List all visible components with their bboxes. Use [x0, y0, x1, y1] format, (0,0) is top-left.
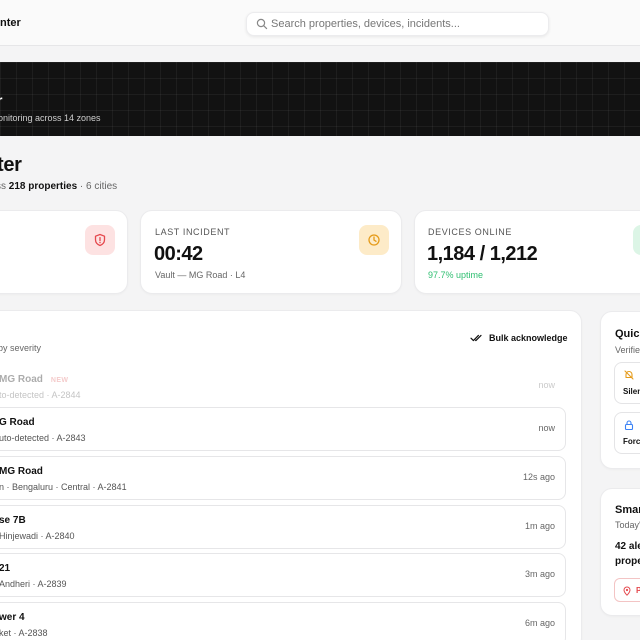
clock-icon [368, 234, 380, 246]
incident-time: 3m ago [524, 569, 555, 579]
shield-alert-icon [94, 233, 106, 247]
quick-actions-subtitle: Verifie [615, 345, 640, 355]
smart-summary-line-1: 42 ale [615, 541, 640, 552]
incident-row[interactable]: MG Road NEW to-detected · A-2844 now [0, 364, 566, 408]
incident-title: se 7B [0, 515, 26, 526]
incident-time: 12s ago [522, 472, 555, 482]
smart-summary-card: Smar Today' 42 ale prope P [600, 488, 640, 616]
bulk-acknowledge-button[interactable]: Bulk acknowledge [470, 331, 568, 345]
incident-meta: Hinjewadi · A-2840 [0, 531, 75, 541]
incident-row[interactable]: wer 4 ket · A-2838 6m ago [0, 602, 566, 640]
silence-label: Silen [623, 387, 640, 396]
incident-row[interactable]: G Road uto-detected · A-2843 now [0, 407, 566, 451]
stat-label: LAST INCIDENT [155, 227, 231, 237]
quick-actions-title: Quick [615, 328, 640, 340]
uptime-text: 97.7% uptime [428, 270, 484, 280]
stat-value: 00:42 [154, 243, 203, 265]
incident-meta: ket · A-2838 [0, 628, 48, 638]
force-lock-button[interactable]: Forc [614, 412, 640, 454]
stat-card-alerts [0, 210, 128, 294]
smart-location-chip[interactable]: P [614, 578, 640, 602]
stat-badge-clock [359, 225, 389, 255]
incident-meta: Andheri · A-2839 [0, 579, 67, 589]
smart-summary-subtitle: Today' [615, 520, 640, 530]
stat-card-devices-online: DEVICES ONLINE 1,184 / 1,212 97.7% uptim… [414, 210, 640, 294]
force-label: Forc [623, 437, 640, 446]
hero-subtitle: onitoring across 14 zones [0, 113, 101, 123]
hero-title: r [0, 92, 2, 108]
page-title: ter [0, 154, 22, 176]
stat-badge-alerts [85, 225, 115, 255]
incident-title: 21 [0, 563, 11, 574]
hero-banner: r onitoring across 14 zones [0, 62, 640, 136]
bell-off-icon [624, 370, 634, 380]
lock-icon [624, 420, 634, 431]
incident-meta: to-detected · A-2844 [0, 390, 81, 400]
double-check-icon [470, 334, 482, 342]
search-input[interactable] [271, 13, 541, 35]
incident-row[interactable]: MG Road n · Bengaluru · Central · A-2841… [0, 456, 566, 500]
incident-title: MG Road [0, 466, 43, 477]
incident-title-text: MG Road [0, 374, 43, 385]
new-badge: NEW [50, 377, 69, 384]
incidents-panel-subtitle: by severity [0, 343, 42, 353]
stat-badge-device [633, 225, 640, 255]
incident-row[interactable]: se 7B Hinjewadi · A-2840 1m ago [0, 505, 566, 549]
page-subtitle-suffix: · 6 cities [77, 181, 118, 192]
stat-card-last-incident: LAST INCIDENT 00:42 Vault — MG Road · L4 [140, 210, 402, 294]
incident-time: now [538, 380, 555, 390]
incident-time: 1m ago [524, 521, 555, 531]
search-icon [256, 18, 268, 30]
quick-actions-card: Quick Verifie Silen Forc [600, 311, 640, 469]
incident-row[interactable]: 21 Andheri · A-2839 3m ago [0, 553, 566, 597]
incident-time: 6m ago [524, 618, 555, 628]
incident-meta: n · Bengaluru · Central · A-2841 [0, 482, 127, 492]
stat-value: 1,184 / 1,212 [427, 243, 538, 265]
smart-summary-line-2: prope [615, 556, 640, 567]
silence-button[interactable]: Silen [614, 362, 640, 404]
bulk-acknowledge-label: Bulk acknowledge [489, 333, 568, 343]
incident-title: MG Road NEW [0, 374, 68, 385]
map-pin-icon [623, 586, 631, 596]
top-bar: nter [0, 0, 640, 46]
smart-summary-title: Smar [615, 504, 640, 516]
page-subtitle: ss 218 properties · 6 cities [0, 181, 117, 192]
incident-title: G Road [0, 417, 35, 428]
smart-chip-label: P [636, 586, 640, 595]
property-count: 218 properties [8, 181, 78, 192]
search-box[interactable] [246, 12, 549, 36]
page-subtitle-prefix: ss [0, 181, 6, 192]
incident-meta: uto-detected · A-2843 [0, 433, 86, 443]
stat-label: DEVICES ONLINE [428, 227, 512, 237]
stat-foot: Vault — MG Road · L4 [155, 270, 246, 280]
incident-title: wer 4 [0, 612, 25, 623]
app-brand[interactable]: nter [0, 17, 21, 29]
incident-time: now [538, 423, 555, 433]
